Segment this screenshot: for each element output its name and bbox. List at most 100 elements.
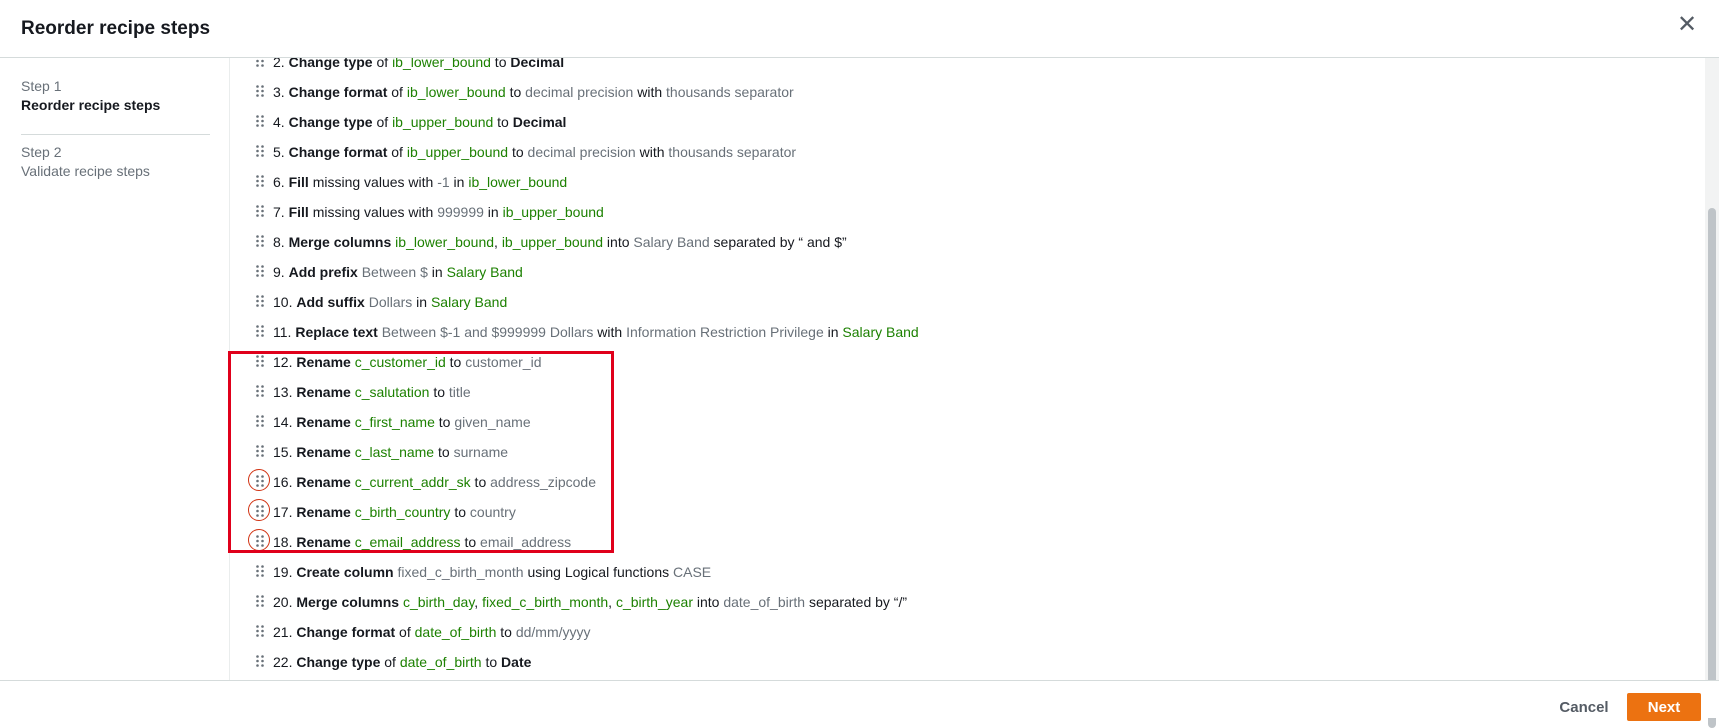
recipe-step-row[interactable]: 2. Change type of ib_lower_bound to Deci… [231,58,1691,77]
step-number: 7. [273,204,285,220]
drag-handle-icon[interactable] [252,113,268,129]
step-text: in [449,174,469,190]
drag-handle-icon[interactable] [252,353,268,369]
drag-handle-icon[interactable] [248,499,270,521]
wizard-step-1[interactable]: Step 1 Reorder recipe steps [21,78,210,113]
drag-handle-icon[interactable] [252,143,268,159]
step-value: decimal precision [525,84,634,100]
recipe-step-row[interactable]: 21. Change format of date_of_birth to dd… [231,617,1691,647]
step-column-name: ib_upper_bound [392,114,494,130]
next-button[interactable]: Next [1627,693,1701,721]
recipe-step-row[interactable]: 6. Fill missing values with -1 in ib_low… [231,167,1691,197]
step-column-name: c_current_addr_sk [354,474,471,490]
wizard-step-number: Step 1 [21,78,62,94]
step-number: 2. [273,58,285,70]
step-action: Rename [296,414,351,430]
recipe-step-row[interactable]: 9. Add prefix Between $ in Salary Band [231,257,1691,287]
step-value: date_of_birth [723,594,806,610]
step-number: 20. [273,594,293,610]
recipe-step-row[interactable]: 7. Fill missing values with 999999 in ib… [231,197,1691,227]
step-text: , [494,234,502,250]
drag-handle-icon[interactable] [252,173,268,189]
step-action: Change type [296,654,381,670]
step-number: 4. [273,114,285,130]
step-column-name: fixed_c_birth_month [482,594,609,610]
step-text: to [445,354,466,370]
drag-handle-icon[interactable] [248,469,270,491]
drag-handle-icon[interactable] [252,383,268,399]
drag-handle-icon[interactable] [252,293,268,309]
drag-handle-icon[interactable] [248,529,270,551]
drag-handle-icon[interactable] [252,593,268,609]
scrollbar-thumb[interactable] [1708,208,1716,728]
step-text: separated by “/” [805,594,908,610]
recipe-step-row[interactable]: 3. Change format of ib_lower_bound to de… [231,77,1691,107]
recipe-step-row[interactable]: 10. Add suffix Dollars in Salary Band [231,287,1691,317]
drag-handle-icon[interactable] [252,563,268,579]
step-value: Between $ [361,264,428,280]
step-column-name: c_customer_id [354,354,446,370]
recipe-step-row[interactable]: 19. Create column fixed_c_birth_month us… [231,557,1691,587]
step-column-name: ib_upper_bound [501,234,604,250]
step-number: 21. [273,624,293,640]
step-text: of [372,58,393,70]
recipe-step-row[interactable]: 8. Merge columns ib_lower_bound, ib_uppe… [231,227,1691,257]
step-text: in [427,264,447,280]
recipe-step-row[interactable]: 12. Rename c_customer_id to customer_id [231,347,1691,377]
step-text: to [508,144,528,160]
recipe-step-row[interactable]: 5. Change format of ib_upper_bound to de… [231,137,1691,167]
step-column-name: ib_lower_bound [406,84,506,100]
recipe-step-row[interactable]: 16. Rename c_current_addr_sk to address_… [231,467,1691,497]
step-action: Decimal [510,58,565,70]
drag-handle-icon[interactable] [252,83,268,99]
recipe-step-row[interactable]: 15. Rename c_last_name to surname [231,437,1691,467]
recipe-step-row[interactable]: 13. Rename c_salutation to title [231,377,1691,407]
step-value: -1 [437,174,450,190]
recipe-step-row[interactable]: 14. Rename c_first_name to given_name [231,407,1691,437]
step-column-name: c_last_name [354,444,435,460]
recipe-step-row[interactable]: 18. Rename c_email_address to email_addr… [231,527,1691,557]
drag-handle-icon[interactable] [252,443,268,459]
drag-handle-icon[interactable] [252,653,268,669]
drag-handle-icon[interactable] [252,58,268,69]
step-text: of [395,624,415,640]
recipe-step-row[interactable]: 20. Merge columns c_birth_day, fixed_c_b… [231,587,1691,617]
scrollbar[interactable] [1705,58,1719,728]
cancel-button[interactable]: Cancel [1540,693,1628,721]
step-text: to [434,414,455,430]
step-value: thousands separator [668,144,797,160]
step-number: 22. [273,654,293,670]
step-text: with [635,144,669,160]
step-number: 3. [273,84,285,100]
drag-handle-icon[interactable] [252,623,268,639]
drag-handle-icon[interactable] [252,263,268,279]
step-text: , [608,594,616,610]
step-number: 11. [273,324,292,340]
step-text: using Logical functions [523,564,674,580]
step-text: to [490,58,511,70]
recipe-step-row[interactable]: 22. Change type of date_of_birth to Date [231,647,1691,677]
modal-header: Reorder recipe steps ✕ [0,0,1719,58]
step-text: of [387,84,407,100]
drag-handle-icon[interactable] [252,203,268,219]
step-action: Merge columns [288,234,392,250]
drag-handle-icon[interactable] [252,323,268,339]
step-column-name: Salary Band [446,264,523,280]
step-text: in [823,324,843,340]
wizard-step-2[interactable]: Step 2 Validate recipe steps [21,144,210,179]
step-column-name: c_birth_country [354,504,451,520]
step-text: to [470,474,491,490]
close-icon[interactable]: ✕ [1675,13,1699,38]
step-action: Add suffix [296,294,365,310]
drag-handle-icon[interactable] [252,413,268,429]
recipe-step-row[interactable]: 4. Change type of ib_upper_bound to Deci… [231,107,1691,137]
step-column-name: Salary Band [430,294,508,310]
step-text: with [593,324,627,340]
drag-handle-icon[interactable] [252,233,268,249]
recipe-step-row[interactable]: 17. Rename c_birth_country to country [231,497,1691,527]
recipe-step-row[interactable]: 11. Replace text Between $-1 and $999999… [231,317,1691,347]
step-action: Rename [296,384,351,400]
step-column-name: ib_lower_bound [392,58,491,70]
recipe-steps-panel: 2. Change type of ib_lower_bound to Deci… [231,58,1703,680]
step-column-name: date_of_birth [399,654,482,670]
